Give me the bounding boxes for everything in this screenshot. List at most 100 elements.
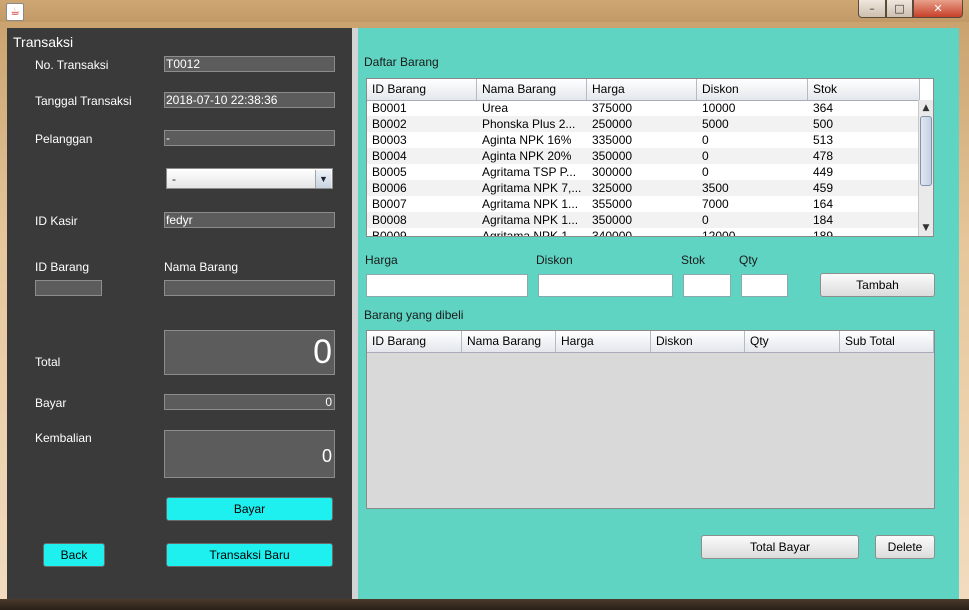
table-cell: 5000	[702, 117, 729, 131]
table-cell: 12000	[702, 229, 736, 237]
pelanggan-field[interactable]: -	[164, 130, 335, 146]
table-cell: B0002	[372, 117, 407, 131]
window-controls: – □ ✕	[858, 0, 964, 18]
delete-button[interactable]: Delete	[875, 535, 935, 559]
daftar-column-header[interactable]: Nama Barang	[477, 79, 587, 100]
table-cell: 340000	[592, 229, 633, 237]
table-cell: B0007	[372, 197, 407, 211]
dibeli-column-header[interactable]: ID Barang	[367, 331, 462, 352]
table-cell: 189	[813, 229, 834, 237]
scroll-thumb[interactable]	[920, 116, 932, 186]
table-cell: Agritama NPK 7,...	[482, 181, 582, 195]
daftar-barang-title: Daftar Barang	[364, 55, 439, 69]
scroll-down-icon[interactable]: ▼	[919, 221, 933, 235]
table-cell: 0	[702, 213, 709, 227]
tanggal-transaksi-field[interactable]: 2018-07-10 22:38:36	[164, 92, 335, 108]
transaksi-baru-button[interactable]: Transaksi Baru	[166, 543, 333, 567]
table-row[interactable]: B0001 Urea 375000 10000 364	[367, 100, 920, 116]
panel-title: Transaksi	[13, 34, 74, 50]
id-barang-label: ID Barang	[35, 260, 90, 274]
stok-input[interactable]	[683, 274, 731, 297]
table-cell: 325000	[592, 181, 633, 195]
daftar-barang-scrollbar[interactable]: ▲ ▼	[918, 100, 933, 236]
close-button[interactable]: ✕	[913, 0, 963, 18]
tambah-button[interactable]: Tambah	[820, 273, 935, 297]
daftar-column-header[interactable]: ID Barang	[367, 79, 477, 100]
table-cell: Agritama NPK 1...	[482, 197, 579, 211]
pelanggan-select[interactable]: - ▼	[166, 168, 333, 189]
transaksi-panel: Transaksi No. Transaksi T0012 Tanggal Tr…	[7, 28, 352, 599]
table-cell: 3500	[702, 181, 729, 195]
barang-dibeli-table[interactable]: ID Barang Nama Barang Harga Diskon Qty Sub To…	[366, 330, 935, 509]
table-cell: 449	[813, 165, 834, 179]
dibeli-column-header[interactable]: Diskon	[651, 331, 745, 352]
id-kasir-field[interactable]: fedyr	[164, 212, 335, 228]
table-cell: 513	[813, 133, 834, 147]
taskbar	[0, 599, 969, 610]
bayar-button[interactable]: Bayar	[166, 497, 333, 521]
diskon-input[interactable]	[538, 274, 673, 297]
table-cell: Agritama NPK 1...	[482, 213, 579, 227]
table-cell: B0005	[372, 165, 407, 179]
no-transaksi-field[interactable]: T0012	[164, 56, 335, 72]
barang-dibeli-header: ID Barang Nama Barang Harga Diskon Qty Sub To…	[367, 331, 934, 353]
daftar-column-header[interactable]: Stok	[808, 79, 920, 100]
table-cell: Aginta NPK 16%	[482, 133, 572, 147]
nama-barang-label: Nama Barang	[164, 260, 239, 274]
table-row[interactable]: B0002 Phonska Plus 2... 250000 5000 500	[367, 116, 920, 132]
table-cell: Urea	[482, 101, 509, 115]
daftar-barang-header: ID Barang Nama Barang Harga Diskon Stok	[367, 79, 920, 101]
harga-label: Harga	[365, 253, 398, 267]
tanggal-transaksi-label: Tanggal Transaksi	[35, 94, 132, 108]
table-cell: B0003	[372, 133, 407, 147]
table-cell: 0	[702, 165, 709, 179]
diskon-label: Diskon	[536, 253, 573, 267]
total-display: 0	[164, 330, 335, 375]
table-row[interactable]: B0009 Agritama NPK 1... 340000 12000 189	[367, 228, 920, 237]
total-bayar-button[interactable]: Total Bayar	[701, 535, 859, 559]
barang-dibeli-title: Barang yang dibeli	[364, 308, 464, 322]
dibeli-column-header[interactable]: Harga	[556, 331, 651, 352]
dibeli-column-header[interactable]: Qty	[745, 331, 840, 352]
bayar-label: Bayar	[35, 396, 67, 410]
table-row[interactable]: B0005 Agritama TSP P... 300000 0 449	[367, 164, 920, 180]
table-row[interactable]: B0003 Aginta NPK 16% 335000 0 513	[367, 132, 920, 148]
java-icon[interactable]: ☕	[6, 3, 24, 21]
nama-barang-field[interactable]	[164, 280, 335, 296]
table-row[interactable]: B0006 Agritama NPK 7,... 325000 3500 459	[367, 180, 920, 196]
table-cell: 350000	[592, 213, 633, 227]
table-cell: 478	[813, 149, 834, 163]
title-bar[interactable]: ☕ – □ ✕	[0, 0, 969, 22]
bayar-field[interactable]: 0	[164, 394, 335, 410]
barang-dibeli-empty-area[interactable]	[367, 353, 934, 508]
table-cell: Phonska Plus 2...	[482, 117, 576, 131]
table-row[interactable]: B0007 Agritama NPK 1... 355000 7000 164	[367, 196, 920, 212]
chevron-down-icon[interactable]: ▼	[315, 170, 331, 188]
scroll-up-icon[interactable]: ▲	[919, 101, 933, 115]
table-cell: 184	[813, 213, 834, 227]
table-cell: B0006	[372, 181, 407, 195]
daftar-column-header[interactable]: Harga	[587, 79, 697, 100]
minimize-button[interactable]: –	[858, 0, 886, 18]
pelanggan-label: Pelanggan	[35, 132, 93, 146]
table-cell: Agritama TSP P...	[482, 165, 577, 179]
harga-input[interactable]	[366, 274, 528, 297]
back-button[interactable]: Back	[43, 543, 105, 567]
id-barang-field[interactable]	[35, 280, 102, 296]
application-window: ☕ – □ ✕ Transaksi No. Transaksi T0012 Ta…	[0, 0, 969, 610]
qty-label: Qty	[739, 253, 758, 267]
table-row[interactable]: B0004 Aginta NPK 20% 350000 0 478	[367, 148, 920, 164]
dibeli-column-header[interactable]: Sub Total	[840, 331, 934, 352]
maximize-button[interactable]: □	[886, 0, 913, 18]
table-cell: 375000	[592, 101, 633, 115]
daftar-barang-table[interactable]: ID Barang Nama Barang Harga Diskon Stok B000…	[366, 78, 934, 237]
dibeli-column-header[interactable]: Nama Barang	[462, 331, 556, 352]
table-cell: 7000	[702, 197, 729, 211]
table-cell: 364	[813, 101, 834, 115]
table-cell: 459	[813, 181, 834, 195]
id-kasir-label: ID Kasir	[35, 214, 78, 228]
table-row[interactable]: B0008 Agritama NPK 1... 350000 0 184	[367, 212, 920, 228]
table-cell: 0	[702, 149, 709, 163]
daftar-column-header[interactable]: Diskon	[697, 79, 808, 100]
qty-input[interactable]	[741, 274, 788, 297]
